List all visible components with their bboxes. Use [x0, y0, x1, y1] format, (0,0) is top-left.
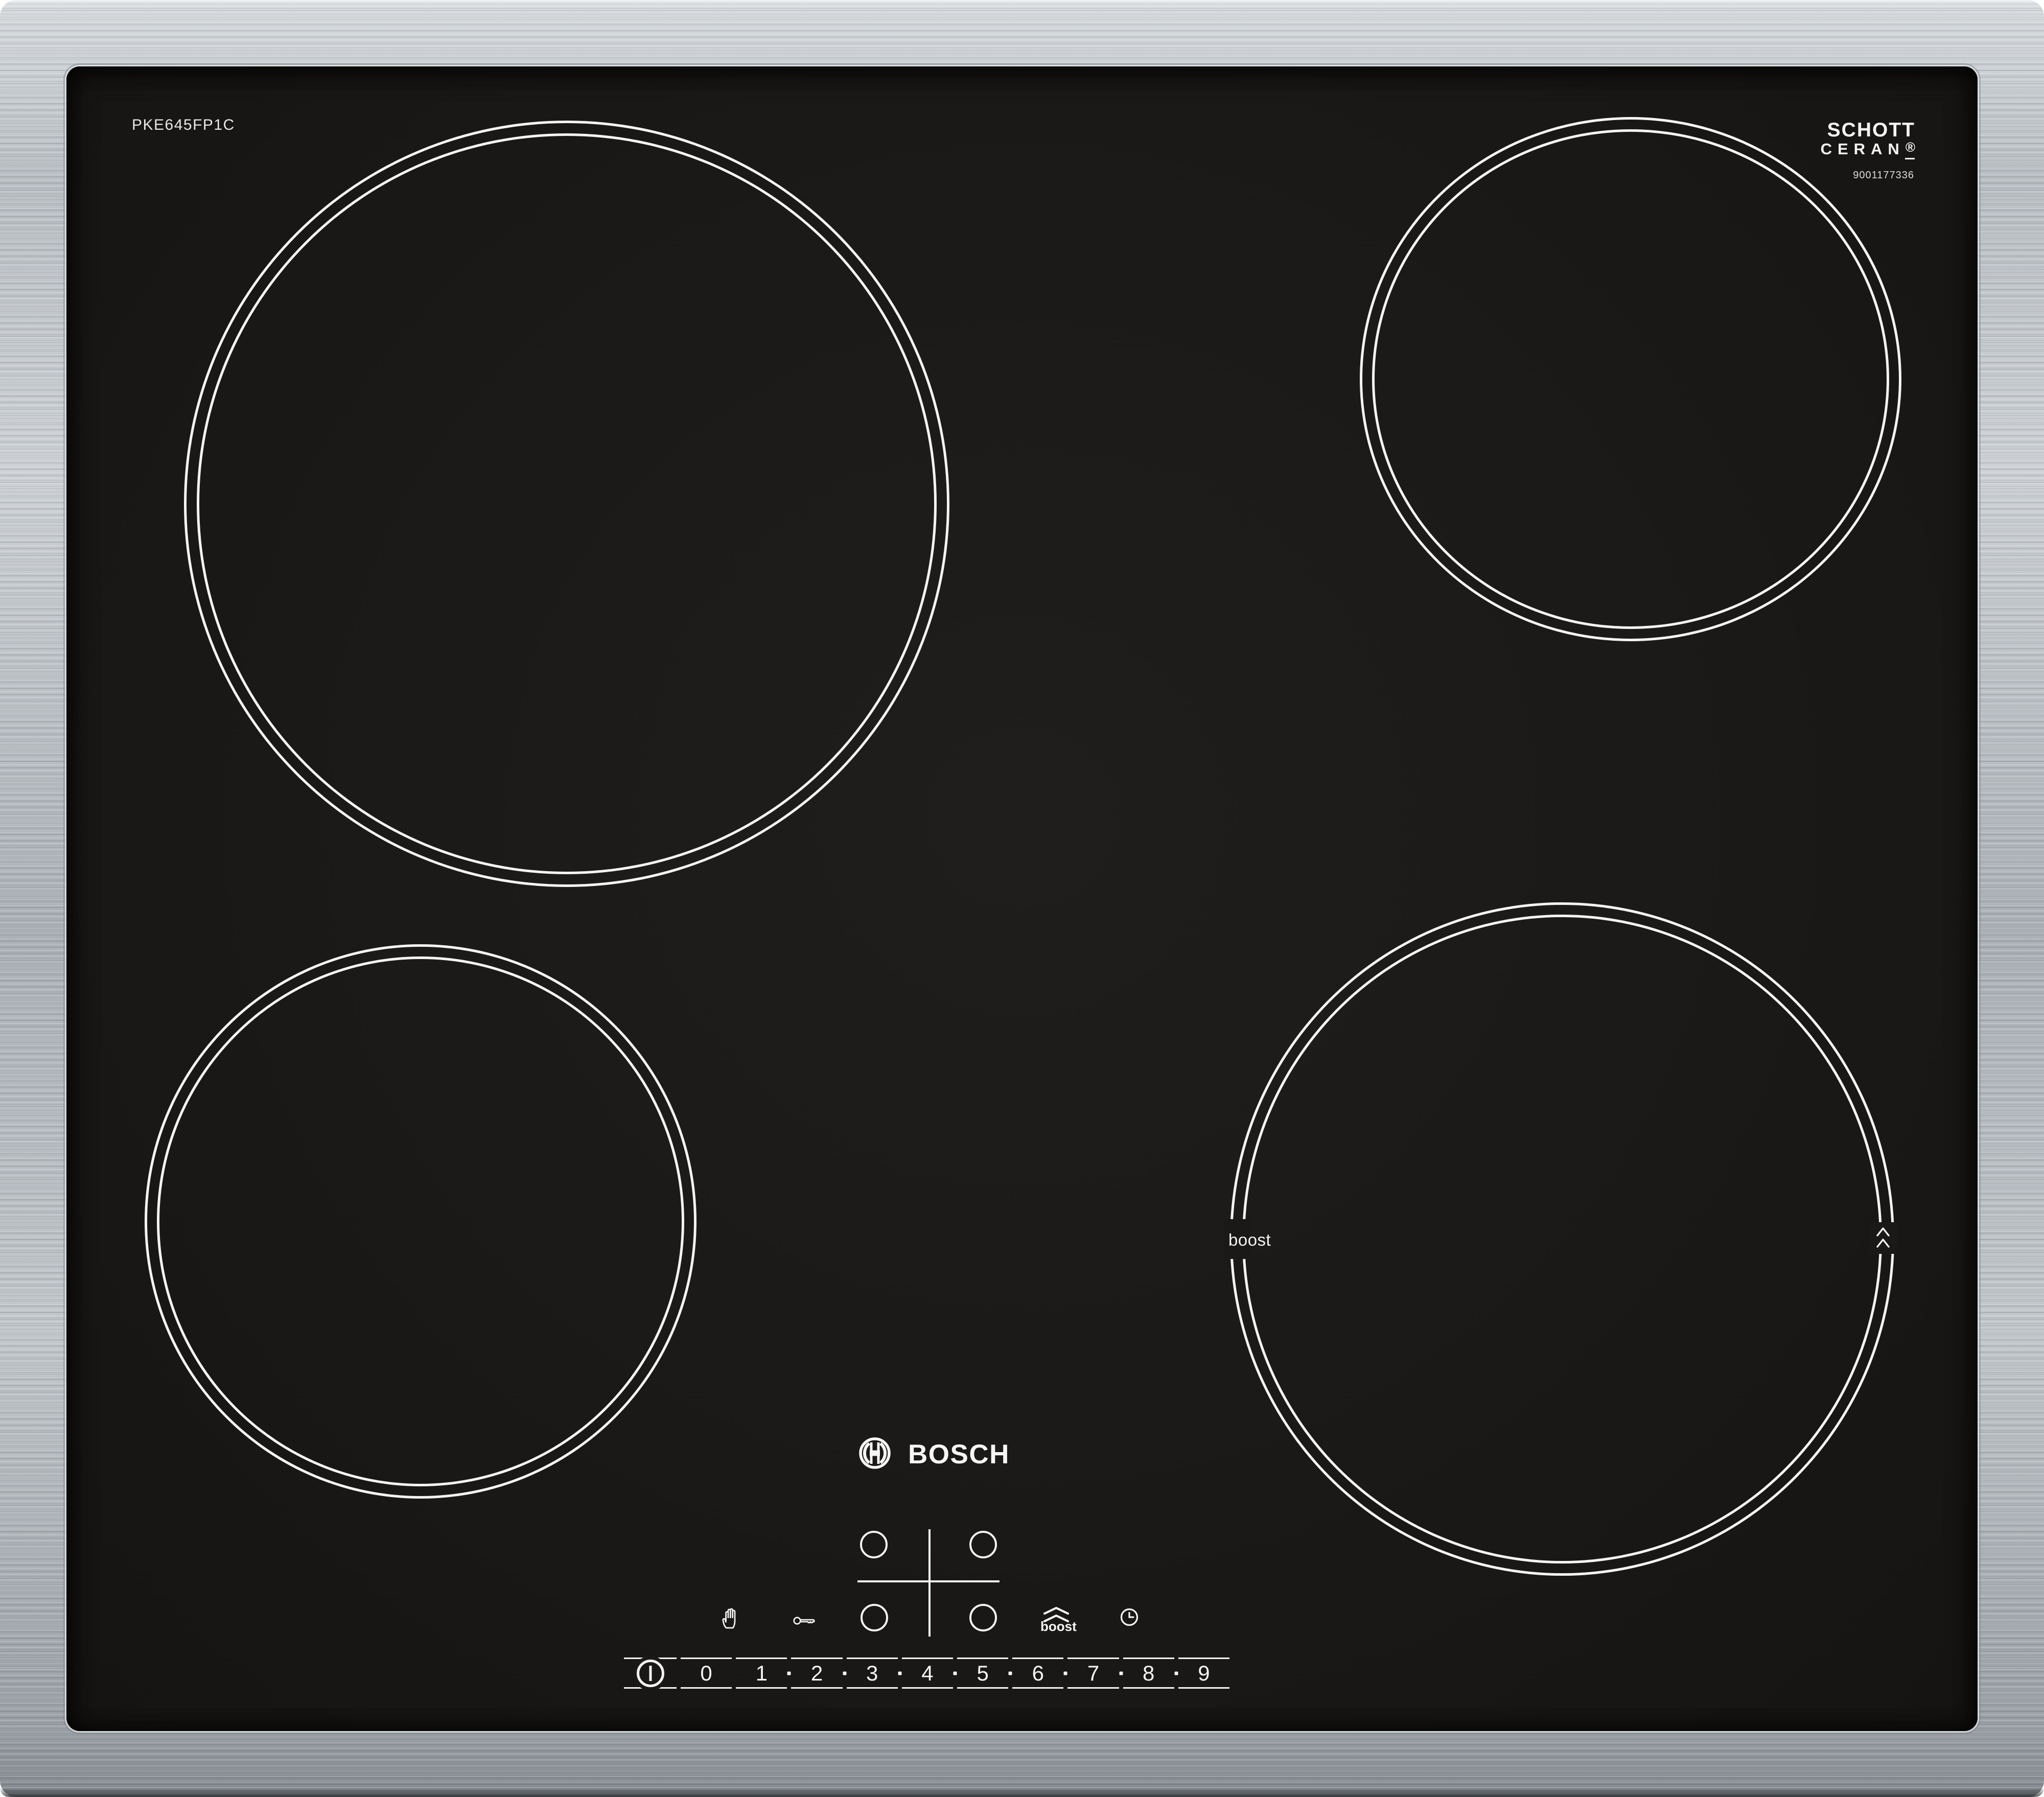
boost-key-label[interactable]: boost: [1040, 1619, 1077, 1635]
power-level-slider[interactable]: 0 1 2 3 4 5 6 7 8 9: [624, 1655, 1230, 1691]
hand-icon[interactable]: [721, 1607, 740, 1629]
burner-front-left: [145, 944, 696, 1499]
level-key-4[interactable]: 4: [901, 1658, 954, 1689]
bosch-armature-icon: [858, 1437, 891, 1472]
schott-text: SCHOTT: [1827, 119, 1915, 141]
zone-select-back-right[interactable]: [969, 1531, 997, 1558]
burner-inner-ring: [1372, 129, 1889, 629]
zone-cross-icon: [928, 1529, 931, 1637]
power-key[interactable]: [624, 1655, 677, 1691]
level-key-1[interactable]: 1: [736, 1658, 787, 1689]
burner-front-right: [1230, 902, 1894, 1576]
level-separator-dot: [843, 1671, 847, 1675]
zone-select-front-right[interactable]: [969, 1604, 997, 1631]
burner-back-left: [184, 121, 949, 887]
level-key-0[interactable]: 0: [681, 1658, 732, 1689]
level-separator-dot: [898, 1671, 902, 1675]
key-icon[interactable]: [793, 1614, 816, 1628]
zone-cross-icon: [857, 1580, 1000, 1582]
zone-select-back-left[interactable]: [860, 1531, 888, 1558]
registered-trademark-icon: ®: [1904, 139, 1915, 159]
level-key-6[interactable]: 6: [1012, 1658, 1064, 1689]
level-separator-dot: [1008, 1671, 1012, 1675]
serial-number-label: 9001177336: [1853, 170, 1914, 181]
level-key-8[interactable]: 8: [1123, 1658, 1174, 1689]
level-key-7[interactable]: 7: [1067, 1658, 1119, 1689]
zone-select-front-left[interactable]: [861, 1604, 888, 1631]
level-key-2[interactable]: 2: [791, 1658, 843, 1689]
burner-inner-ring: [197, 133, 937, 874]
cooktop-product-image: boost PKE645FP1C SCHOTT CERAN ® 900117733…: [0, 0, 2044, 1797]
burner-inner-ring: [1242, 915, 1882, 1563]
level-key-5[interactable]: 5: [957, 1658, 1009, 1689]
burner-inner-ring: [157, 956, 684, 1486]
level-separator-dot: [787, 1671, 791, 1675]
level-separator-dot: [1174, 1671, 1178, 1675]
ceran-text: CERAN ®: [1820, 139, 1915, 159]
bosch-logo: BOSCH: [858, 1437, 1010, 1472]
chevron-double-up-icon: [1876, 1226, 1890, 1249]
level-key-9[interactable]: 9: [1178, 1658, 1230, 1689]
level-separator-dot: [953, 1671, 957, 1675]
level-key-3[interactable]: 3: [846, 1658, 898, 1689]
level-separator-dot: [1063, 1671, 1067, 1675]
bosch-wordmark: BOSCH: [908, 1439, 1010, 1469]
power-icon[interactable]: [633, 1655, 668, 1691]
level-separator-dot: [1119, 1671, 1123, 1675]
schott-ceran-logo: SCHOTT CERAN ® 9001177336: [1820, 119, 1915, 181]
clock-icon[interactable]: [1120, 1607, 1139, 1627]
model-number-label: PKE645FP1C: [132, 116, 235, 133]
burner-boost-label: boost: [1228, 1230, 1271, 1249]
burner-back-right: [1360, 117, 1901, 641]
